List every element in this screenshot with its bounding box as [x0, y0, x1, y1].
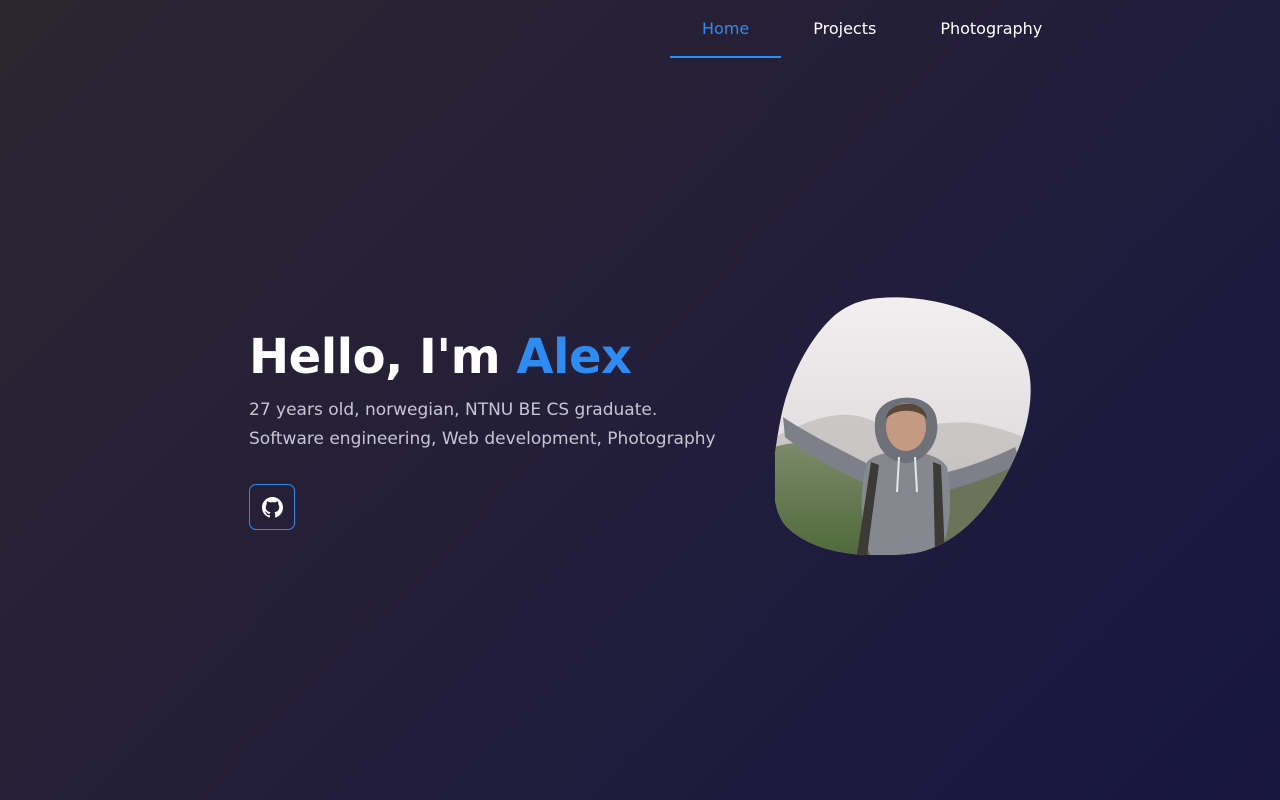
profile-portrait: [775, 297, 1033, 555]
hero-section: Hello, I'm Alex 27 years old, norwegian,…: [249, 326, 729, 530]
main-nav: Home Projects Photography: [670, 0, 1074, 58]
nav-photography[interactable]: Photography: [908, 0, 1074, 58]
hero-name: Alex: [516, 329, 632, 385]
github-button[interactable]: [249, 484, 295, 530]
hero-title: Hello, I'm Alex: [249, 326, 729, 388]
github-icon: [261, 496, 283, 517]
nav-home[interactable]: Home: [670, 0, 782, 58]
nav-projects[interactable]: Projects: [781, 0, 908, 58]
hero-description: 27 years old, norwegian, NTNU BE CS grad…: [249, 396, 729, 454]
hero-description-line2: Software engineering, Web development, P…: [249, 429, 716, 449]
hero-description-line1: 27 years old, norwegian, NTNU BE CS grad…: [249, 400, 658, 420]
hero-greeting: Hello, I'm: [249, 329, 517, 385]
profile-photo: [775, 297, 1031, 555]
